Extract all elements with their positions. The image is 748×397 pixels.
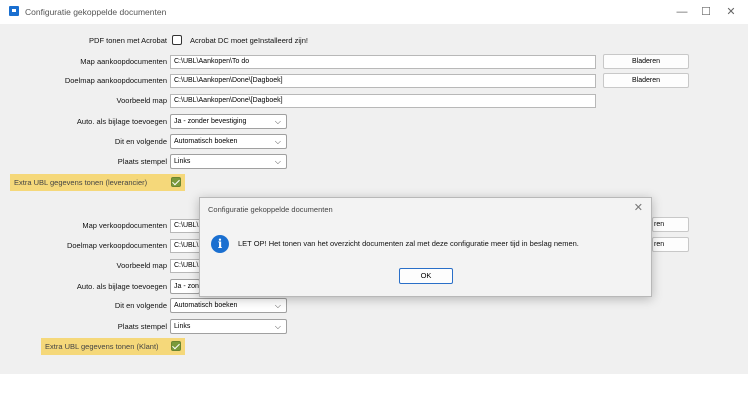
info-icon: i <box>211 235 229 253</box>
sales-stamp-value: Links <box>174 323 191 330</box>
chevron-down-icon: ⌵ <box>274 322 281 331</box>
dialog-message: LET OP! Het tonen van het overzicht docu… <box>238 239 579 248</box>
pdf-acrobat-label: PDF tonen met Acrobat <box>89 36 167 45</box>
window-title: Configuratie gekoppelde documenten <box>25 7 167 17</box>
sales-map-browse-button[interactable]: ren <box>652 217 689 232</box>
purchase-next-value: Automatisch boeken <box>174 138 238 145</box>
sales-next-label: Dit en volgende <box>114 301 167 310</box>
ok-button[interactable]: OK <box>399 268 453 284</box>
sales-extra-checkbox[interactable] <box>171 341 181 351</box>
sales-target-browse-button[interactable]: ren <box>652 237 689 252</box>
purchase-target-label: Doelmap aankoopdocumenten <box>64 76 167 85</box>
purchase-extra-label: Extra UBL gegevens tonen (leverancier) <box>14 178 148 187</box>
sales-attach-select[interactable]: Ja - zon <box>170 279 200 294</box>
dialog-title: Configuratie gekoppelde documenten <box>208 205 333 214</box>
chevron-down-icon: ⌵ <box>274 157 281 166</box>
purchase-example-label: Voorbeeld map <box>116 96 167 105</box>
chevron-down-icon: ⌵ <box>274 137 281 146</box>
purchase-stamp-select[interactable]: Links ⌵ <box>170 154 287 169</box>
sales-example-field: C:\UBL\ <box>170 259 200 273</box>
sales-extra-label: Extra UBL gegevens tonen (Klant) <box>45 342 159 351</box>
purchase-map-label: Map aankoopdocumenten <box>80 57 167 66</box>
title-bar: Configuratie gekoppelde documenten — ☐ ✕ <box>0 0 748 24</box>
purchase-map-browse-button[interactable]: Bladeren <box>603 54 689 69</box>
sales-target-field[interactable]: C:\UBL\ <box>170 239 200 253</box>
sales-stamp-label: Plaats stempel <box>117 322 167 331</box>
purchase-extra-checkbox[interactable] <box>171 177 181 187</box>
sales-next-value: Automatisch boeken <box>174 302 238 309</box>
sales-target-label: Doelmap verkoopdocumenten <box>66 241 167 250</box>
chevron-down-icon: ⌵ <box>274 117 281 126</box>
purchase-map-field[interactable]: C:\UBL\Aankopen\To do <box>170 55 596 69</box>
minimize-button[interactable]: — <box>673 4 691 20</box>
sales-stamp-select[interactable]: Links ⌵ <box>170 319 287 334</box>
purchase-example-field: C:\UBL\Aankopen\Done\[Dagboek] <box>170 94 596 108</box>
pdf-acrobat-checkbox[interactable] <box>172 35 182 45</box>
sales-map-field[interactable]: C:\UBL\ <box>170 219 200 233</box>
purchase-next-label: Dit en volgende <box>114 137 167 146</box>
purchase-attach-value: Ja - zonder bevestiging <box>174 118 247 125</box>
close-button[interactable]: ✕ <box>722 4 740 20</box>
bottom-area <box>0 374 748 397</box>
sales-map-label: Map verkoopdocumenten <box>82 221 167 230</box>
dialog-close-button[interactable]: ✕ <box>634 201 643 214</box>
acrobat-note: Acrobat DC moet geïnstalleerd zijn! <box>190 36 308 45</box>
purchase-attach-label: Auto. als bijlage toevoegen <box>76 117 167 126</box>
info-dialog: Configuratie gekoppelde documenten ✕ i L… <box>199 197 652 297</box>
purchase-target-field[interactable]: C:\UBL\Aankopen\Done\[Dagboek] <box>170 74 596 88</box>
sales-next-select[interactable]: Automatisch boeken ⌵ <box>170 298 287 313</box>
app-icon <box>9 6 19 16</box>
purchase-next-select[interactable]: Automatisch boeken ⌵ <box>170 134 287 149</box>
purchase-stamp-label: Plaats stempel <box>117 157 167 166</box>
purchase-stamp-value: Links <box>174 158 191 165</box>
purchase-target-browse-button[interactable]: Bladeren <box>603 73 689 88</box>
sales-attach-label: Auto. als bijlage toevoegen <box>76 282 167 291</box>
maximize-button[interactable]: ☐ <box>697 4 715 20</box>
sales-example-label: Voorbeeld map <box>116 261 167 270</box>
purchase-attach-select[interactable]: Ja - zonder bevestiging ⌵ <box>170 114 287 129</box>
config-window: Configuratie gekoppelde documenten — ☐ ✕… <box>0 0 748 397</box>
sales-attach-value: Ja - zon <box>174 283 199 290</box>
chevron-down-icon: ⌵ <box>274 301 281 310</box>
